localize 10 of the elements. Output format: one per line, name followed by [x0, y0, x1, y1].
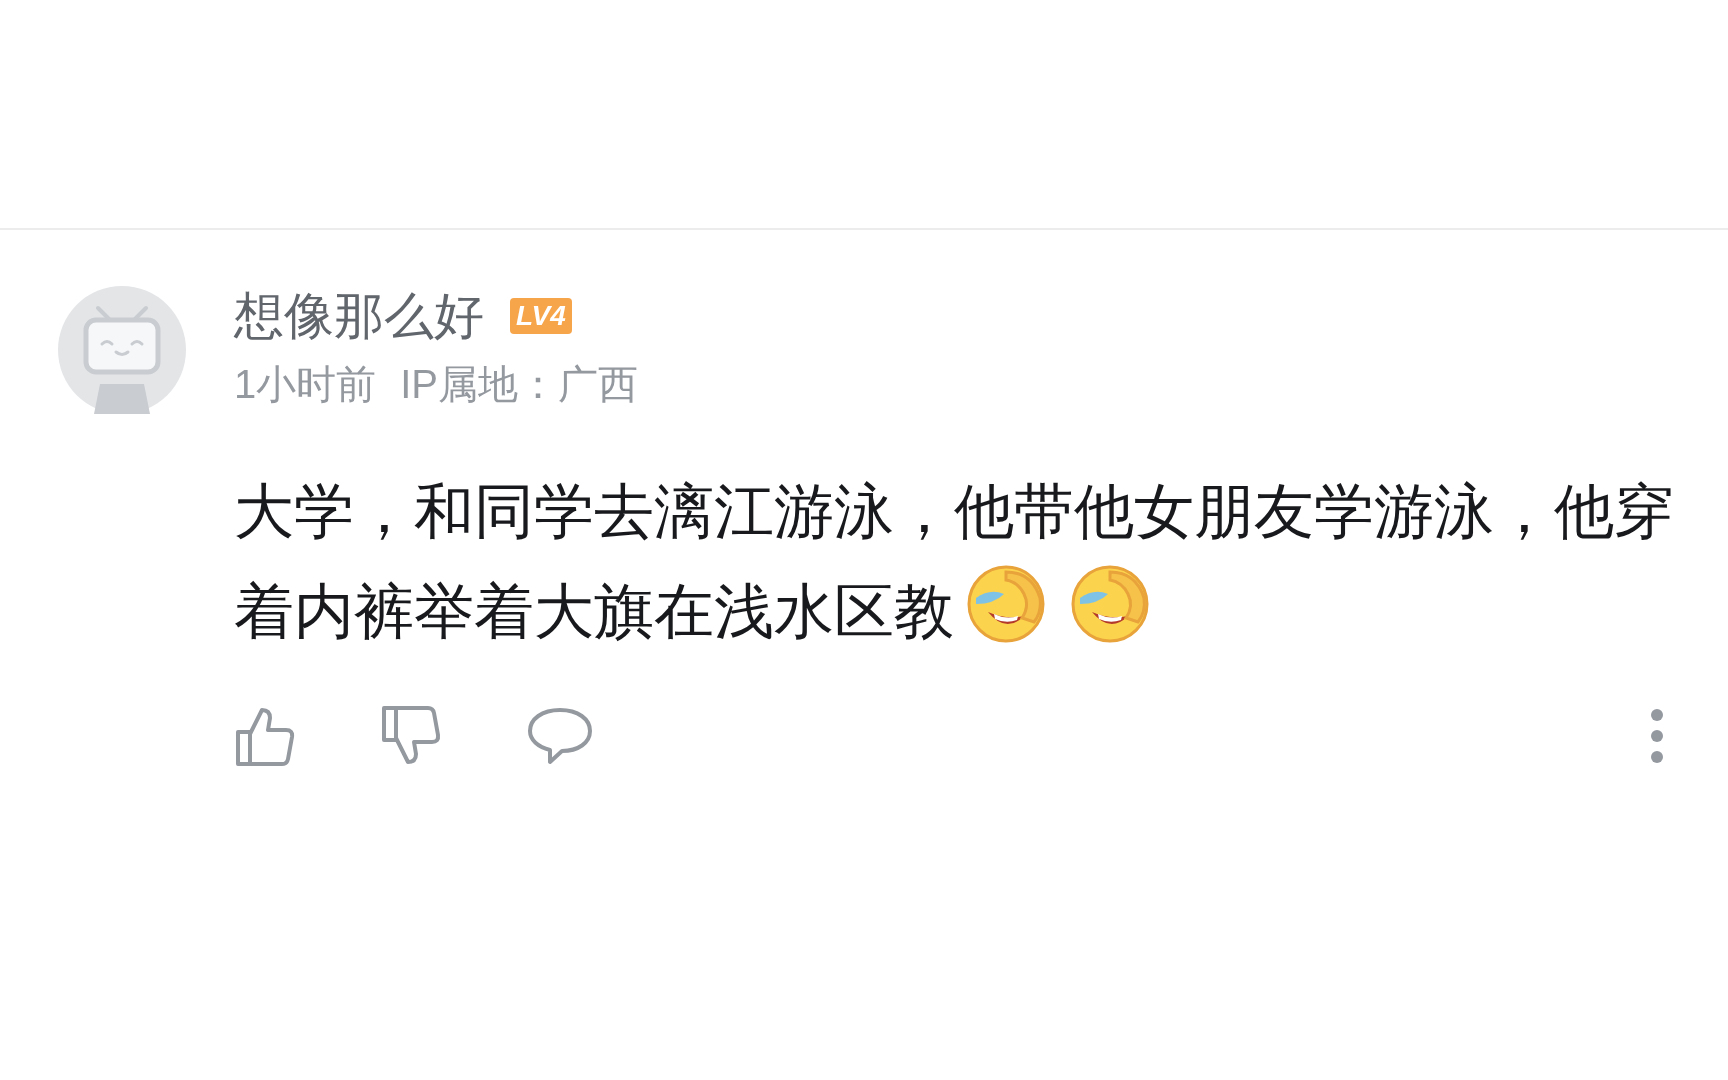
facepalm-emoji-icon	[966, 564, 1046, 644]
avatar-icon	[58, 286, 186, 414]
comment-text: 大学，和同学去漓江游泳，他带他女朋友学游泳，他穿着内裤举着大旗在浅水区教	[234, 477, 1675, 647]
ip-location: IP属地：广西	[400, 361, 639, 408]
more-icon[interactable]	[1650, 708, 1664, 764]
post-time: 1小时前	[234, 361, 377, 408]
level-badge: LV4	[510, 298, 572, 334]
comment-icon[interactable]	[526, 706, 594, 766]
facepalm-emoji-icon	[1070, 564, 1150, 644]
username[interactable]: 想像那么好	[234, 286, 484, 346]
